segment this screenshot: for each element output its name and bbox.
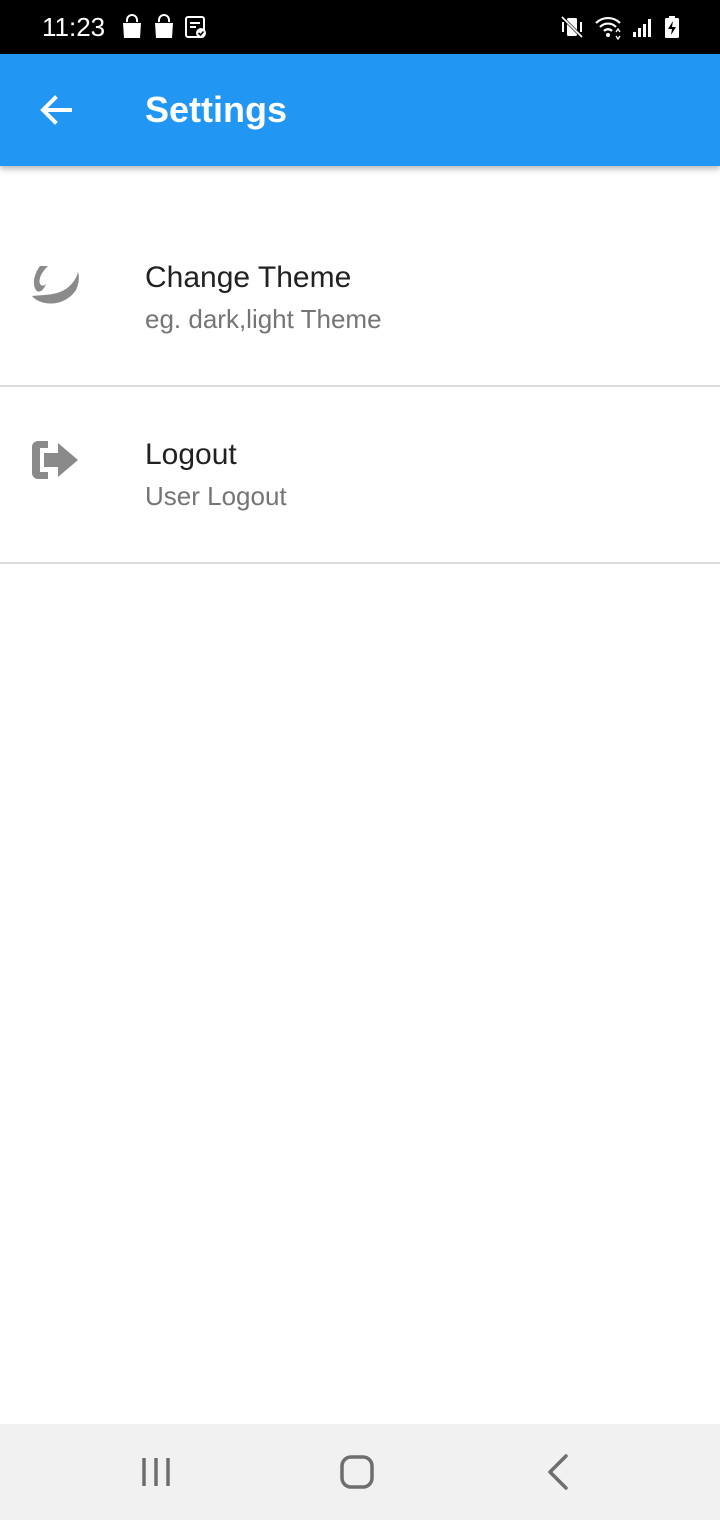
system-back-button[interactable] xyxy=(530,1444,586,1500)
shopping-bag-icon xyxy=(155,14,173,38)
home-button[interactable] xyxy=(329,1444,385,1500)
logout-subtitle: User Logout xyxy=(145,481,287,511)
vibrate-mute-icon xyxy=(560,15,584,39)
arrow-back-icon xyxy=(40,95,72,125)
logout-title: Logout xyxy=(145,438,237,471)
back-button[interactable] xyxy=(24,78,88,142)
status-bar: 11:23 xyxy=(0,0,720,54)
wifi-icon xyxy=(595,16,621,40)
battery-charging-icon xyxy=(665,16,679,38)
settings-list: Change Theme eg. dark,light Theme Logout… xyxy=(0,210,720,564)
status-time: 11:23 xyxy=(42,12,106,42)
app-bar: Settings xyxy=(0,54,720,166)
status-notification-icons xyxy=(120,14,208,40)
task-check-icon xyxy=(185,16,206,38)
change-theme-item[interactable]: Change Theme eg. dark,light Theme xyxy=(0,210,720,387)
change-theme-title: Change Theme xyxy=(145,261,352,294)
logout-icon xyxy=(32,441,78,479)
home-icon xyxy=(340,1455,374,1489)
recents-icon xyxy=(142,1458,170,1486)
page-title: Settings xyxy=(145,89,288,130)
change-theme-subtitle: eg. dark,light Theme xyxy=(145,304,382,334)
recents-button[interactable] xyxy=(128,1444,184,1500)
signal-icon xyxy=(633,19,651,37)
system-navigation-bar xyxy=(0,1424,720,1520)
settings-screen: 11:23 Settings Change Theme eg. dark,lig… xyxy=(0,0,720,1520)
theme-icon xyxy=(32,266,79,304)
logout-item[interactable]: Logout User Logout xyxy=(0,387,720,564)
back-icon xyxy=(548,1454,568,1490)
status-system-icons xyxy=(560,14,680,40)
shopping-bag-icon xyxy=(123,14,141,38)
